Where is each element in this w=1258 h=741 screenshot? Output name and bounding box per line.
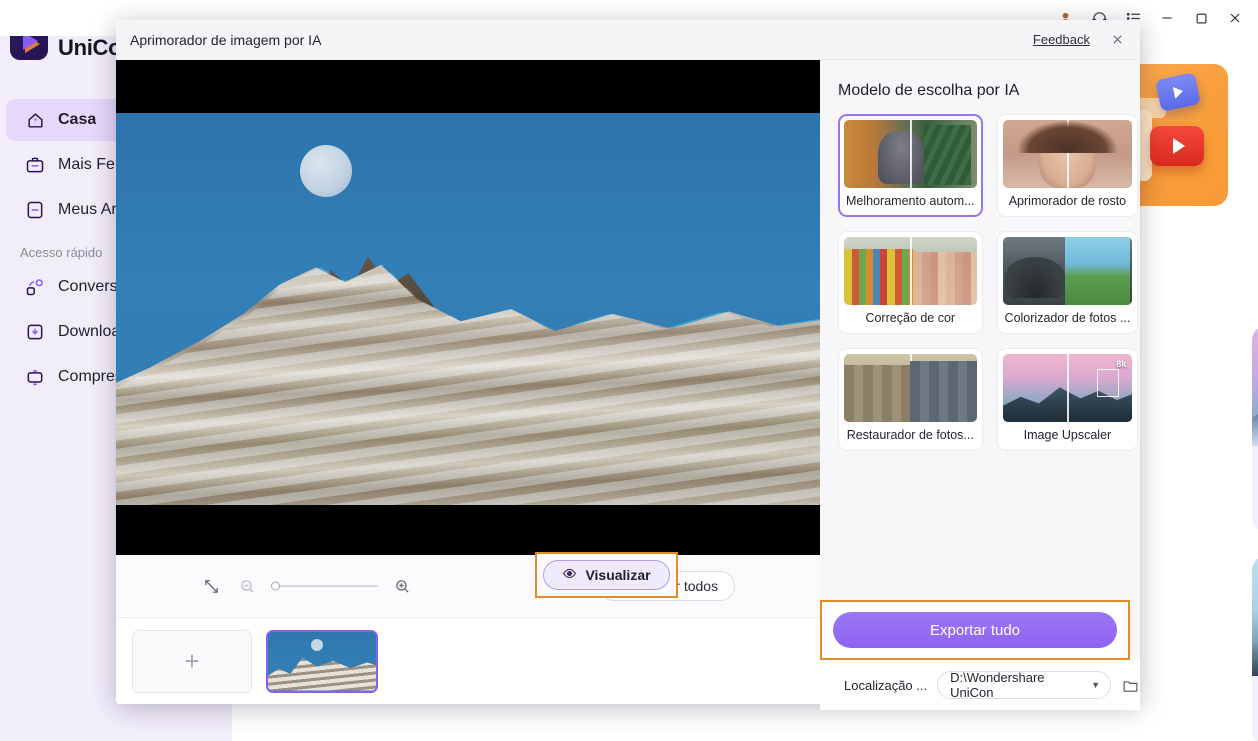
zoom-in-icon[interactable] <box>392 575 414 597</box>
thumbnail-strip: + <box>116 617 820 704</box>
zoom-slider[interactable] <box>270 581 378 591</box>
model-label: Colorizador de fotos ... <box>1004 311 1131 325</box>
preview-image <box>116 113 820 505</box>
minimize-icon[interactable] <box>1150 3 1184 33</box>
export-button-highlight: Exportar tudo <box>820 600 1130 660</box>
preview-pane: Excluir todos + <box>116 60 820 704</box>
youtube-icon <box>1150 126 1204 166</box>
model-card-color-correction[interactable]: Correção de cor <box>838 231 983 334</box>
model-thumbnail <box>1002 120 1133 188</box>
thumbnail-item[interactable] <box>266 629 378 693</box>
download-icon <box>24 321 46 343</box>
close-icon[interactable] <box>1218 3 1252 33</box>
plus-icon: + <box>184 646 200 676</box>
output-location-row: Localização ... D:\Wondershare UniCon ▼ <box>820 660 1140 710</box>
model-label: Melhoramento autom... <box>846 194 975 208</box>
location-label: Localização ... <box>844 677 928 693</box>
model-card-photo-colorizer[interactable]: Colorizador de fotos ... <box>996 231 1139 334</box>
files-icon <box>24 199 46 221</box>
image-preview-canvas[interactable] <box>116 60 820 555</box>
location-value: D:\Wondershare UniCon <box>950 670 1045 700</box>
compressor-icon <box>24 366 46 388</box>
model-card-auto-enhance[interactable]: Melhoramento autom... <box>838 114 983 217</box>
model-label: Image Upscaler <box>1023 428 1112 442</box>
model-panel-title: Modelo de escolha por IA <box>838 82 1020 99</box>
tool-card-thumbnail <box>1252 326 1258 446</box>
eye-icon <box>562 566 577 584</box>
zoom-out-icon[interactable] <box>237 575 259 597</box>
export-all-button[interactable]: Exportar tudo <box>833 612 1117 648</box>
toolbox-icon <box>24 154 46 176</box>
fit-screen-icon[interactable] <box>201 575 223 597</box>
tool-card-video-enhancer[interactable]: Aprimorador de vídeo AI Aprimore automat… <box>1252 326 1258 532</box>
upscale-tag: 8k <box>1116 359 1127 369</box>
add-image-button[interactable]: + <box>132 629 252 693</box>
film-icon <box>1155 72 1201 112</box>
converter-icon <box>24 276 46 298</box>
dialog-close-icon[interactable] <box>1106 29 1128 51</box>
home-icon <box>24 109 46 131</box>
model-thumbnail <box>844 354 977 422</box>
model-label: Restaurador de fotos... <box>846 428 974 442</box>
chevron-down-icon: ▼ <box>1091 680 1101 690</box>
preview-button-label: Visualizar <box>585 567 651 583</box>
model-card-image-upscaler[interactable]: 8k Image Upscaler <box>996 348 1139 451</box>
preview-button[interactable]: Visualizar <box>543 560 670 590</box>
model-thumbnail <box>844 237 977 305</box>
model-thumbnail: 8k <box>1002 354 1133 422</box>
maximize-icon[interactable] <box>1184 3 1218 33</box>
zoom-slider-track <box>272 585 378 587</box>
location-select[interactable]: D:\Wondershare UniCon ▼ <box>937 670 1112 700</box>
model-thumbnail <box>1002 237 1133 305</box>
tool-card-thumbnail <box>1252 556 1258 676</box>
tool-card-convert-images[interactable]: Converter imagens Converta em lote uma P… <box>1252 556 1258 741</box>
model-grid: Melhoramento autom... Aprimorador de ros… <box>820 114 1140 451</box>
model-label: Correção de cor <box>865 311 956 325</box>
dialog-title: Aprimorador de imagem por IA <box>130 31 322 48</box>
export-all-label: Exportar tudo <box>929 621 1021 639</box>
upscale-box-shape <box>1097 369 1120 397</box>
zoom-slider-knob[interactable] <box>270 581 280 591</box>
model-card-face-enhancer[interactable]: Aprimorador de rosto <box>996 114 1139 217</box>
model-card-photo-restorer[interactable]: Restaurador de fotos... <box>838 348 983 451</box>
sidebar-item-casa-label: Casa <box>58 111 97 128</box>
preview-button-highlight: Visualizar <box>535 552 678 598</box>
app-root: Wondershare UniConverter Casa <box>0 0 1258 741</box>
zoom-controls <box>201 575 414 597</box>
preview-controls-bar: Excluir todos <box>116 555 820 617</box>
model-label: Aprimorador de rosto <box>1008 194 1127 208</box>
photo-moon <box>300 145 352 197</box>
folder-icon[interactable] <box>1121 675 1140 695</box>
feedback-link[interactable]: Feedback <box>1033 32 1090 47</box>
thumb-moon <box>311 638 324 651</box>
dialog-header: Aprimorador de imagem por IA Feedback <box>116 20 1140 60</box>
model-thumbnail <box>844 120 977 188</box>
